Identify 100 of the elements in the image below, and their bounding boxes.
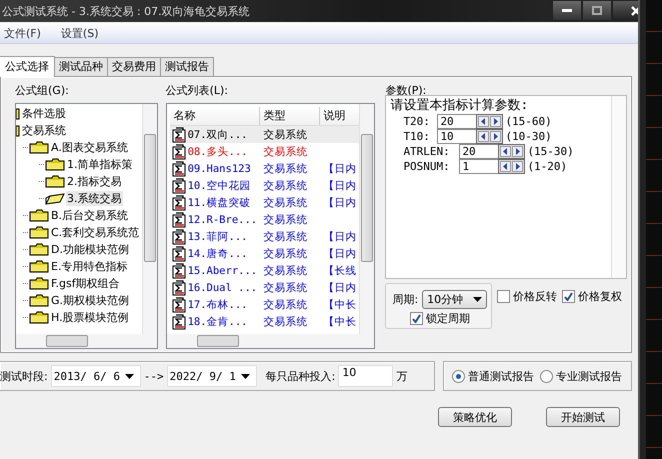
window-title: 公式测试系统 - 3.系统交易 : 07.双向海龟交易系统 — [2, 4, 250, 18]
section-label: 公式组(G): — [15, 83, 70, 99]
sigma-document-icon — [170, 178, 187, 194]
tree-item[interactable]: E.专用特色指标 — [50, 259, 128, 274]
folder-icon — [29, 209, 49, 222]
spin-button[interactable] — [498, 159, 526, 174]
type-cell-text: 交易系统 — [264, 162, 309, 176]
tree-item[interactable]: G.期权模块范例 — [50, 293, 130, 308]
radio-button[interactable] — [540, 370, 553, 382]
description-cell: 【日内 — [324, 196, 357, 210]
parameter-range: (1-20) — [527, 160, 568, 173]
tree-item[interactable]: A.图表交易系统 — [50, 140, 129, 155]
maximize-button[interactable] — [582, 0, 612, 21]
field-label: 每只品种投入: — [266, 368, 336, 384]
description-cell: 【日内 — [324, 230, 357, 244]
tab[interactable]: 测试品种 — [54, 57, 108, 76]
name-cell-text: 16.Dual ... — [188, 282, 258, 294]
folder-icon — [29, 141, 49, 154]
open-folder-icon — [45, 192, 65, 206]
dropdown-arrow-icon — [240, 374, 250, 378]
parameter-name: T10: — [403, 130, 431, 143]
section-label: 参数(P): — [385, 83, 428, 98]
spin-button[interactable] — [476, 129, 504, 144]
column-header[interactable]: 类型 — [260, 107, 320, 125]
sigma-document-icon — [170, 212, 187, 228]
list-row[interactable]: 18.金肯... 交易系统 【中长 — [170, 313, 360, 330]
checkbox[interactable] — [562, 290, 576, 303]
sigma-document-icon — [170, 296, 187, 312]
tree-item[interactable]: F.gsf期权组合 — [50, 276, 121, 291]
name-cell-text: 07.双向... — [188, 128, 248, 142]
parameter-name: POSNUM: — [403, 160, 451, 173]
parameter-range: (10-30) — [505, 130, 552, 143]
tree-item[interactable]: B.后台交易系统 — [50, 208, 130, 223]
tree-item[interactable]: 交易系统 — [21, 123, 67, 138]
type-cell-text: 交易系统 — [264, 128, 309, 142]
action-button[interactable]: 策略优化 — [438, 407, 512, 427]
list-row[interactable]: 08.多头... 交易系统 — [170, 143, 360, 160]
checkbox-label[interactable]: 价格复权 — [578, 289, 622, 304]
tree-item[interactable]: 2.指标交易 — [66, 174, 122, 189]
tab[interactable]: 测试报告 — [160, 57, 214, 76]
list-row[interactable]: 14.唐奇... 交易系统 【日内 — [170, 245, 360, 262]
tree-item[interactable]: 1.简单指标策 — [66, 157, 134, 172]
sigma-document-icon — [170, 194, 187, 210]
list-row[interactable]: 13.菲阿... 交易系统 【日内 — [170, 228, 360, 245]
investment-input[interactable]: 10 — [338, 365, 394, 387]
close-icon — [631, 6, 638, 16]
spin-button[interactable] — [498, 144, 526, 159]
minimize-button[interactable] — [552, 0, 582, 21]
radio-label[interactable]: 专业测试报告 — [556, 368, 622, 384]
tree-item[interactable]: 条件选股 — [21, 106, 67, 121]
folder-icon — [29, 243, 49, 256]
list-row[interactable]: 17.布林... 交易系统 【中长 — [170, 296, 360, 313]
folder-icon — [29, 260, 49, 273]
list-row[interactable]: 07.双向... 交易系统 — [170, 126, 360, 143]
tree-item[interactable]: D.功能模块范例 — [50, 242, 130, 257]
parameter-range: (15-30) — [527, 145, 574, 158]
checkbox[interactable] — [497, 290, 510, 303]
parameter-heading: 请设置本指标计算参数: — [390, 98, 530, 114]
column-header[interactable]: 说明 — [320, 107, 360, 125]
date-picker[interactable]: 2022/ 9/ 1 — [166, 365, 257, 387]
tab[interactable]: 公式选择 — [0, 56, 55, 77]
sigma-document-icon — [170, 280, 187, 296]
folder-icon — [29, 226, 49, 239]
sigma-document-icon — [170, 246, 187, 262]
action-button[interactable]: 开始测试 — [546, 407, 620, 427]
list-row[interactable]: 10.空中花园 交易系统 【日内 — [170, 177, 360, 194]
type-cell-text: 交易系统 — [264, 230, 309, 244]
name-cell-text: 17.布林... — [188, 298, 248, 312]
date-picker[interactable]: 2013/ 6/ 6 — [50, 365, 141, 387]
minimize-icon — [562, 8, 572, 12]
radio-label[interactable]: 普通测试报告 — [468, 368, 534, 384]
tab[interactable]: 交易费用 — [107, 57, 161, 76]
type-cell-text: 交易系统 — [264, 280, 309, 294]
list-row[interactable]: 16.Dual ... 交易系统 【日内 — [170, 279, 360, 296]
menu-item[interactable]: 文件(F) — [2, 26, 43, 40]
spin-button[interactable] — [476, 114, 504, 129]
list-row[interactable]: 12.R-Bre... 交易系统 — [170, 211, 360, 228]
column-header[interactable]: 名称 — [170, 107, 260, 125]
name-cell-text: 13.菲阿... — [188, 230, 248, 244]
tree-item[interactable]: 3.系统交易 — [66, 191, 122, 206]
checkbox-label[interactable]: 价格反转 — [513, 289, 558, 304]
checkbox[interactable] — [410, 312, 423, 325]
checkbox-label[interactable]: 锁定周期 — [426, 311, 470, 326]
scrollbar[interactable] — [15, 334, 158, 349]
radio-button[interactable] — [452, 370, 465, 382]
tree-item[interactable]: H.股票模块范例 — [50, 310, 130, 325]
name-cell-text: 15.Aberr... — [188, 264, 258, 276]
description-cell: 【日内 — [324, 178, 357, 192]
range-arrow: --> — [144, 370, 164, 382]
menu-item[interactable]: 设置(S) — [58, 26, 100, 40]
sigma-document-icon — [170, 126, 187, 142]
list-row[interactable]: 15.Aberr... 交易系统 【长线 — [170, 262, 360, 279]
type-cell-text: 交易系统 — [264, 298, 309, 312]
description-cell: 【中长 — [324, 298, 357, 312]
list-row[interactable]: 11.横盘突破 交易系统 【日内 — [170, 194, 360, 211]
tree-item[interactable]: C.套利交易系统范 — [50, 225, 140, 240]
period-dropdown[interactable]: 10分钟 — [422, 290, 488, 309]
type-cell-text: 交易系统 — [264, 314, 309, 328]
scrollbar[interactable] — [166, 334, 376, 349]
list-row[interactable]: 09.Hans123 交易系统 【日内 — [170, 160, 360, 177]
